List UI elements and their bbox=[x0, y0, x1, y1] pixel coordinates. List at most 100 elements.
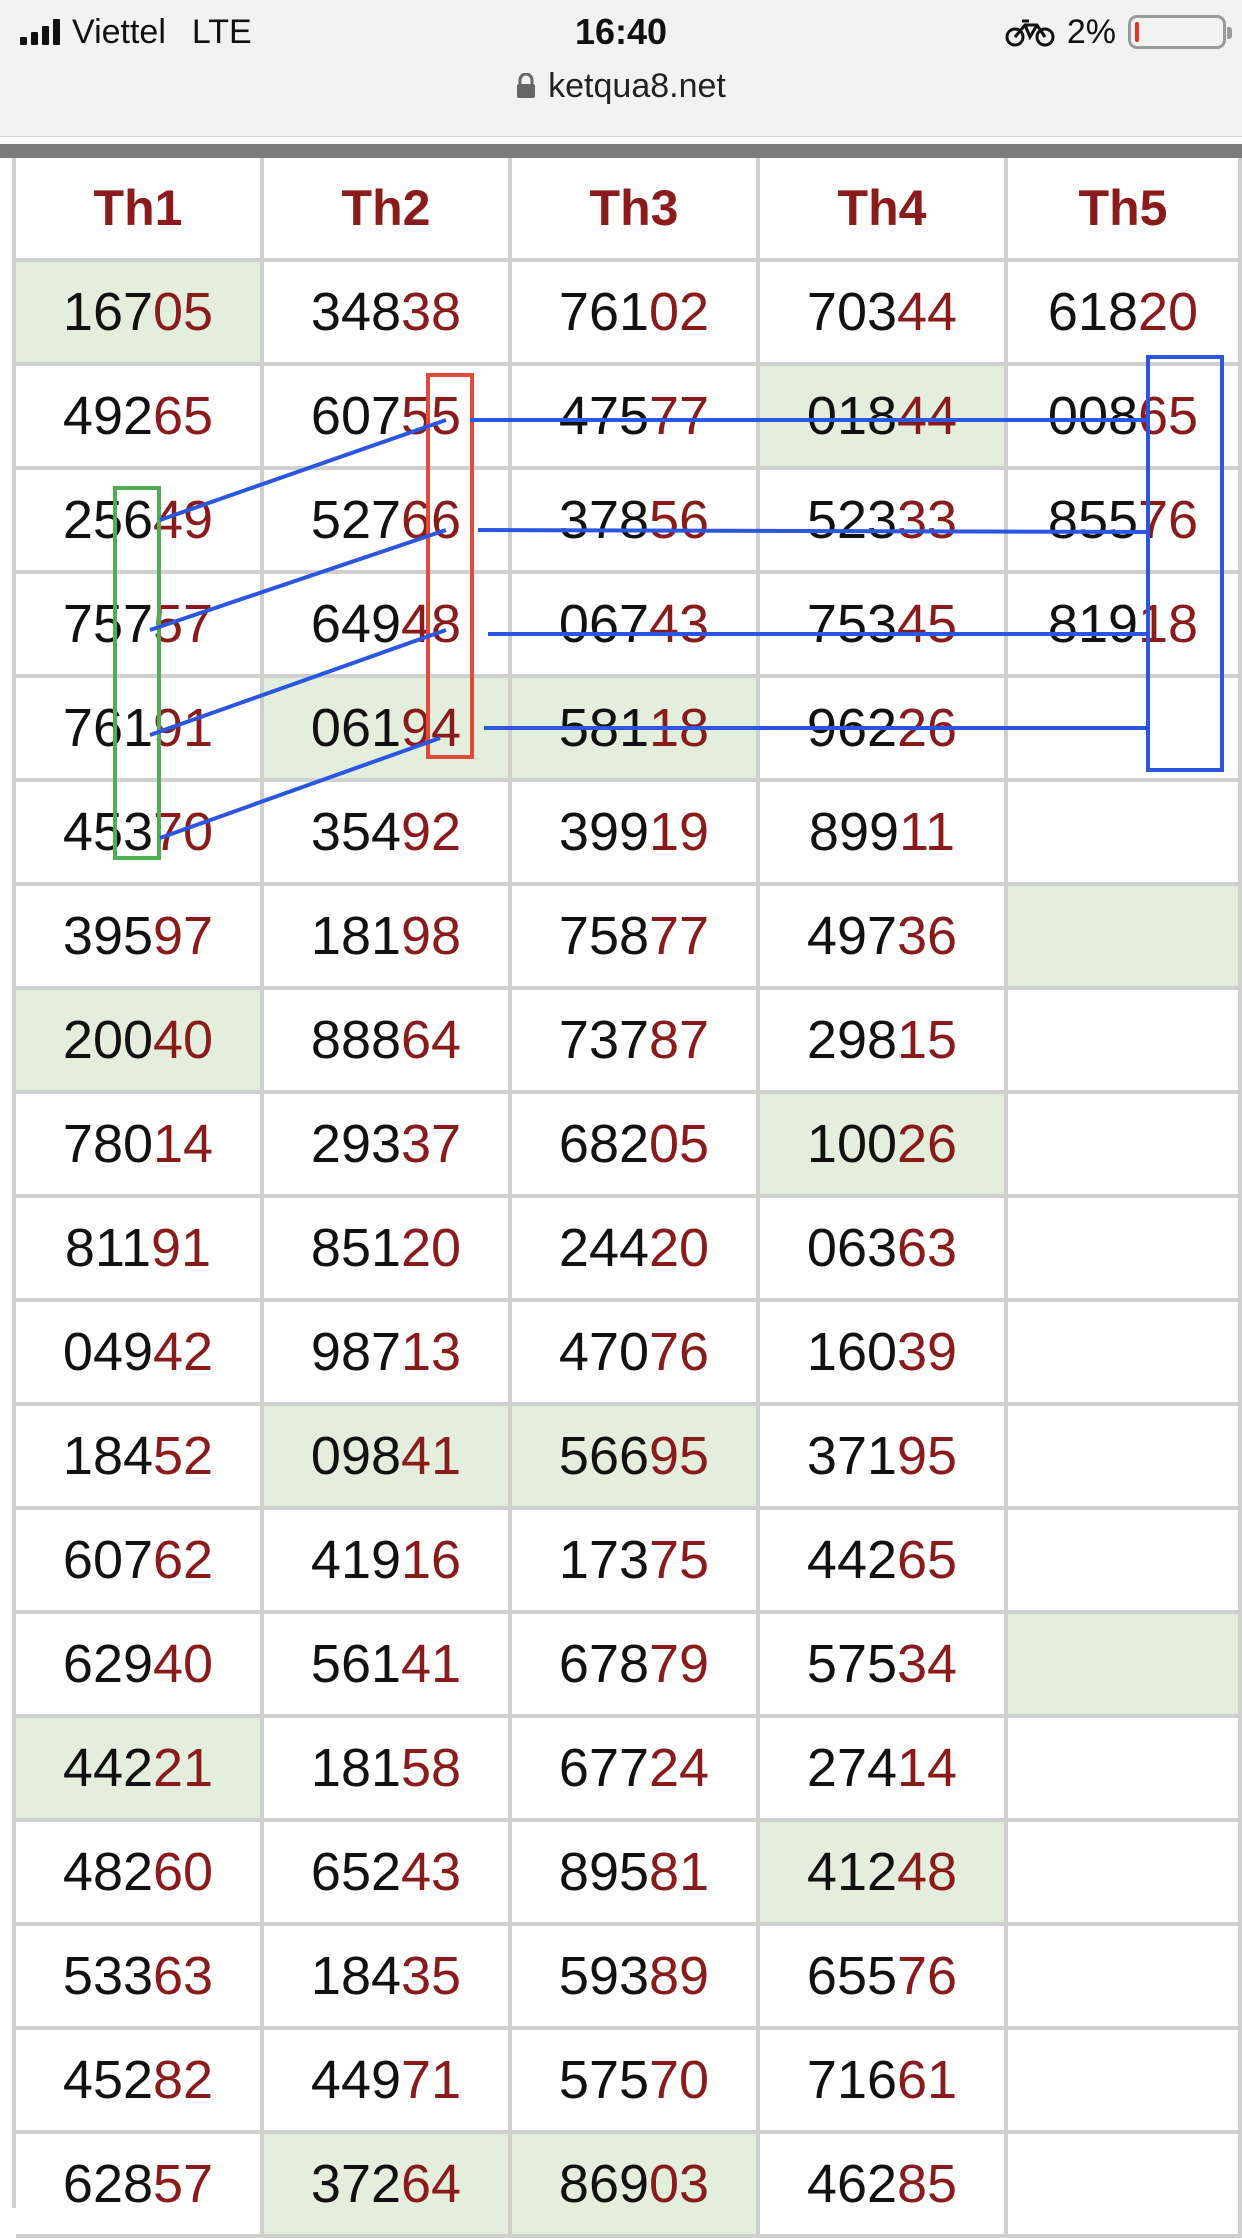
table-row: 453 70 354 92 399 19 899 11 bbox=[0, 782, 1242, 886]
result-cell bbox=[1008, 1302, 1242, 1406]
result-last-two-digits: 94 bbox=[401, 698, 462, 758]
result-prefix-digits: 682 bbox=[558, 1114, 650, 1174]
result-last-two-digits: 14 bbox=[897, 1738, 958, 1798]
result-last-two-digits: 71 bbox=[401, 2050, 462, 2110]
table-row: 482 60 652 43 895 81 412 48 bbox=[0, 1822, 1242, 1926]
result-prefix-digits: 482 bbox=[62, 1842, 154, 1902]
result-last-two-digits: 38 bbox=[401, 282, 462, 342]
result-prefix-digits: 348 bbox=[310, 282, 402, 342]
address-bar[interactable]: ketqua8.net bbox=[0, 58, 1242, 114]
table-row: 607 62 419 16 173 75 442 65 bbox=[0, 1510, 1242, 1614]
result-cell: 008 65 bbox=[1008, 366, 1242, 470]
result-prefix-digits: 298 bbox=[806, 1010, 898, 1070]
table-row: 811 91 851 20 244 20 063 63 bbox=[0, 1198, 1242, 1302]
result-last-two-digits: 76 bbox=[897, 1946, 958, 2006]
table-header-row: Th1 Th2 Th3 Th4 Th5 bbox=[0, 158, 1242, 262]
result-prefix-digits: 780 bbox=[62, 1114, 154, 1174]
result-last-two-digits: 21 bbox=[153, 1738, 214, 1798]
result-prefix-digits: 851 bbox=[310, 1218, 402, 1278]
result-last-two-digits: 20 bbox=[1138, 282, 1199, 342]
column-header: Th4 bbox=[760, 158, 1008, 262]
result-prefix-digits: 899 bbox=[808, 802, 900, 862]
url-text[interactable]: ketqua8.net bbox=[548, 67, 726, 106]
result-prefix-digits: 256 bbox=[62, 490, 154, 550]
result-last-two-digits: 43 bbox=[401, 1842, 462, 1902]
result-cell: 703 44 bbox=[760, 262, 1008, 366]
result-last-two-digits: 26 bbox=[897, 1114, 958, 1174]
result-cell: 184 52 bbox=[16, 1406, 264, 1510]
result-prefix-digits: 049 bbox=[62, 1322, 154, 1382]
battery-icon bbox=[1128, 15, 1232, 49]
result-last-two-digits: 98 bbox=[401, 906, 462, 966]
result-cell: 173 75 bbox=[512, 1510, 760, 1614]
result-cell: 895 81 bbox=[512, 1822, 760, 1926]
status-bar: Viettel LTE 16:40 2% ketqua8.net bbox=[0, 0, 1242, 137]
result-last-two-digits: 77 bbox=[649, 386, 710, 446]
result-prefix-digits: 378 bbox=[558, 490, 650, 550]
result-cell bbox=[1008, 1406, 1242, 1510]
result-last-two-digits: 37 bbox=[401, 1114, 462, 1174]
result-cell bbox=[1008, 990, 1242, 1094]
result-last-two-digits: 16 bbox=[401, 1530, 462, 1590]
result-last-two-digits: 76 bbox=[1138, 490, 1199, 550]
result-cell: 452 82 bbox=[16, 2030, 264, 2134]
result-cell: 372 64 bbox=[264, 2134, 512, 2238]
result-last-two-digits: 02 bbox=[649, 282, 710, 342]
result-cell: 761 91 bbox=[16, 678, 264, 782]
lock-icon bbox=[517, 73, 536, 98]
result-cell: 561 41 bbox=[264, 1614, 512, 1718]
result-cell: 063 63 bbox=[760, 1198, 1008, 1302]
table-row: 780 14 293 37 682 05 100 26 bbox=[0, 1094, 1242, 1198]
result-prefix-digits: 395 bbox=[62, 906, 154, 966]
result-prefix-digits: 452 bbox=[62, 2050, 154, 2110]
column-header: Th5 bbox=[1008, 158, 1242, 262]
result-last-two-digits: 63 bbox=[897, 1218, 958, 1278]
result-prefix-digits: 184 bbox=[310, 1946, 402, 2006]
result-prefix-digits: 497 bbox=[806, 906, 898, 966]
result-last-two-digits: 52 bbox=[153, 1426, 214, 1486]
result-last-two-digits: 76 bbox=[649, 1322, 710, 1382]
result-cell bbox=[1008, 1926, 1242, 2030]
result-prefix-digits: 018 bbox=[806, 386, 898, 446]
result-prefix-digits: 442 bbox=[62, 1738, 154, 1798]
result-prefix-digits: 533 bbox=[62, 1946, 154, 2006]
result-last-two-digits: 85 bbox=[897, 2154, 958, 2214]
result-cell: 419 16 bbox=[264, 1510, 512, 1614]
result-cell bbox=[1008, 1718, 1242, 1822]
result-last-two-digits: 57 bbox=[153, 594, 214, 654]
result-last-two-digits: 20 bbox=[649, 1218, 710, 1278]
result-prefix-digits: 462 bbox=[806, 2154, 898, 2214]
result-cell: 256 49 bbox=[16, 470, 264, 574]
result-last-two-digits: 19 bbox=[649, 802, 710, 862]
result-prefix-digits: 181 bbox=[310, 1738, 402, 1798]
result-cell: 757 57 bbox=[16, 574, 264, 678]
result-cell: 181 58 bbox=[264, 1718, 512, 1822]
result-cell: 899 11 bbox=[760, 782, 1008, 886]
result-cell: 575 34 bbox=[760, 1614, 1008, 1718]
result-cell: 811 91 bbox=[16, 1198, 264, 1302]
table-top-border bbox=[0, 144, 1242, 158]
result-last-two-digits: 75 bbox=[649, 1530, 710, 1590]
result-last-two-digits: 03 bbox=[649, 2154, 710, 2214]
result-cell: 987 13 bbox=[264, 1302, 512, 1406]
result-last-two-digits: 55 bbox=[401, 386, 462, 446]
result-prefix-digits: 063 bbox=[806, 1218, 898, 1278]
result-last-two-digits: 92 bbox=[401, 802, 462, 862]
result-cell: 354 92 bbox=[264, 782, 512, 886]
result-prefix-digits: 181 bbox=[310, 906, 402, 966]
table-row: 629 40 561 41 678 79 575 34 bbox=[0, 1614, 1242, 1718]
result-cell: 888 64 bbox=[264, 990, 512, 1094]
result-cell bbox=[1008, 1614, 1242, 1718]
result-prefix-digits: 200 bbox=[62, 1010, 154, 1070]
result-prefix-digits: 575 bbox=[558, 2050, 650, 2110]
result-cell: 293 37 bbox=[264, 1094, 512, 1198]
result-cell: 184 35 bbox=[264, 1926, 512, 2030]
result-cell: 018 44 bbox=[760, 366, 1008, 470]
result-cell: 677 24 bbox=[512, 1718, 760, 1822]
result-prefix-digits: 100 bbox=[806, 1114, 898, 1174]
result-cell: 395 97 bbox=[16, 886, 264, 990]
result-prefix-digits: 575 bbox=[806, 1634, 898, 1694]
result-cell: 492 65 bbox=[16, 366, 264, 470]
result-last-two-digits: 65 bbox=[897, 1530, 958, 1590]
result-last-two-digits: 91 bbox=[151, 1218, 212, 1278]
